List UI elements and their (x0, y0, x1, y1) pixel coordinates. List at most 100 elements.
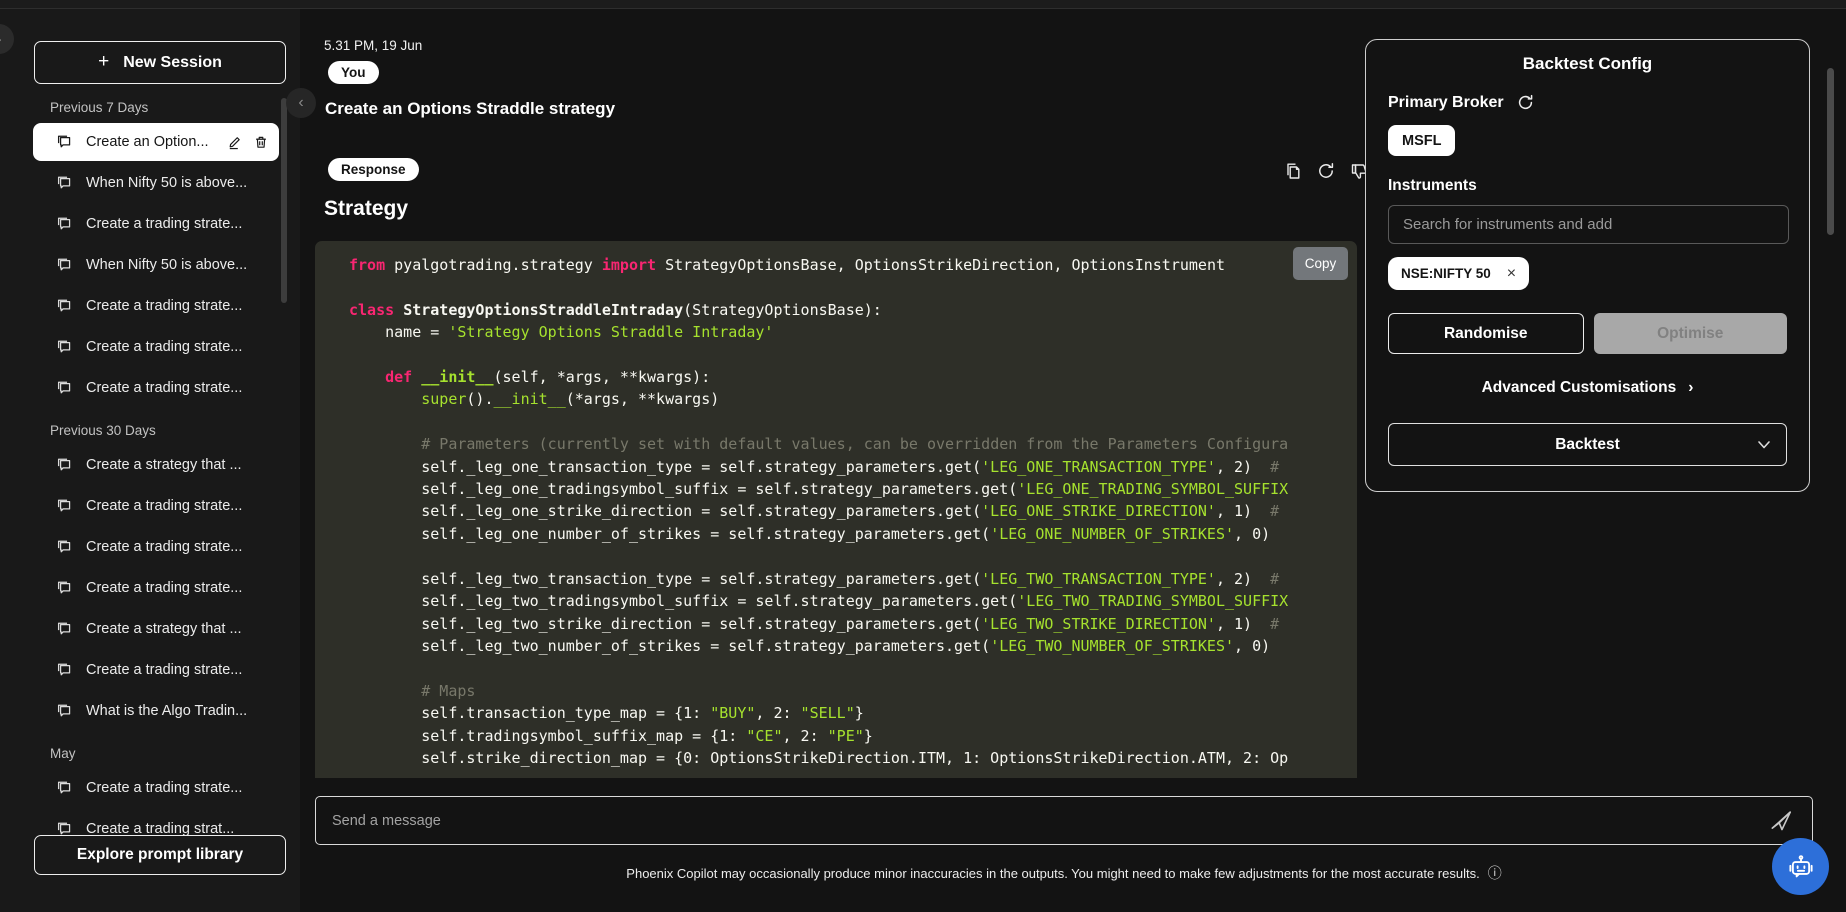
code-copy-button[interactable]: Copy (1293, 247, 1348, 280)
code-line: def __init__(self, *args, **kwargs): (349, 366, 1357, 388)
phoenix-copilot-app: › + New Session Previous 7 Days Create a… (0, 0, 1846, 912)
copy-icon[interactable] (1283, 161, 1303, 181)
regenerate-icon[interactable] (1316, 161, 1336, 181)
info-icon[interactable]: ⓘ (1488, 865, 1502, 881)
config-title: Backtest Config (1366, 54, 1809, 74)
instrument-search-input[interactable] (1388, 205, 1789, 244)
chat-bubble-icon (55, 702, 73, 720)
randomise-button[interactable]: Randomise (1388, 313, 1584, 354)
sidebar-session-item[interactable]: Create an Option... (33, 123, 279, 161)
code-line: # Maps (349, 680, 1357, 702)
session-title: Create a trading strate... (86, 780, 269, 796)
code-line: name = 'Strategy Options Straddle Intrad… (349, 321, 1357, 343)
edit-pencil-icon[interactable] (227, 134, 243, 150)
session-title: Create a trading strate... (86, 339, 269, 355)
chat-assistant-fab[interactable] (1772, 838, 1829, 895)
disclaimer-text: Phoenix Copilot may occasionally produce… (626, 866, 1479, 881)
broker-chip[interactable]: MSFL (1388, 125, 1455, 156)
section-label: Previous 7 Days (50, 100, 300, 115)
chat-bubble-icon (55, 497, 73, 515)
session-title: When Nifty 50 is above... (86, 257, 269, 273)
backtest-mode-dropdown[interactable]: Backtest (1388, 423, 1787, 466)
session-title: Create an Option... (86, 134, 214, 150)
chat-bubble-icon (55, 174, 73, 192)
session-title: Create a strategy that ... (86, 621, 269, 637)
robot-chat-icon (1786, 852, 1816, 882)
sidebar-session-item[interactable]: When Nifty 50 is above... (33, 246, 279, 284)
chevron-right-icon: › (1688, 379, 1693, 396)
refresh-icon[interactable] (1516, 93, 1535, 112)
instrument-chip-label: NSE:NIFTY 50 (1401, 266, 1491, 281)
session-title: What is the Algo Tradin... (86, 703, 269, 719)
explore-prompt-library-button[interactable]: Explore prompt library (34, 835, 286, 875)
backtest-config-panel: Backtest Config Primary Broker MSFL Inst… (1365, 39, 1810, 492)
new-session-label: New Session (123, 54, 222, 72)
sidebar-session-item[interactable]: Create a trading strate... (33, 769, 279, 807)
code-line: self._leg_two_transaction_type = self.st… (349, 568, 1357, 590)
session-title: Create a trading strate... (86, 298, 269, 314)
section-label: May (50, 746, 300, 761)
sidebar-session-item[interactable]: Create a trading strate... (33, 328, 279, 366)
sidebar-session-item[interactable]: Create a trading strate... (33, 528, 279, 566)
new-session-button[interactable]: + New Session (34, 41, 286, 84)
sidebar-session-item[interactable]: Create a trading strate... (33, 487, 279, 525)
sidebar-session-item[interactable]: Create a strategy that ... (33, 446, 279, 484)
code-line: self._leg_one_transaction_type = self.st… (349, 456, 1357, 478)
sidebar-scrollbar[interactable] (281, 98, 287, 303)
sidebar-session-item[interactable]: Create a trading strate... (33, 287, 279, 325)
sidebar-session-item[interactable]: Create a trading strate... (33, 205, 279, 243)
session-title: Create a trading strate... (86, 498, 269, 514)
sidebar-collapse-button[interactable]: ‹ (286, 88, 316, 118)
sidebar-session-item[interactable]: Create a strategy that ... (33, 610, 279, 648)
sidebar-session-item[interactable]: Create a trading strate... (33, 369, 279, 407)
message-input[interactable] (315, 796, 1813, 845)
chat-bubble-icon (55, 215, 73, 233)
user-badge: You (328, 61, 379, 84)
session-title: Create a strategy that ... (86, 457, 269, 473)
code-line: self._leg_two_tradingsymbol_suffix = sel… (349, 590, 1357, 612)
response-section-title: Strategy (324, 197, 408, 221)
user-message: Create an Options Straddle strategy (325, 99, 615, 119)
code-line: # Parameters (currently set with default… (349, 433, 1357, 455)
sidebar-session-item[interactable]: What is the Algo Tradin... (33, 692, 279, 730)
session-title: Create a trading strate... (86, 662, 269, 678)
session-sidebar: + New Session Previous 7 Days Create an … (0, 9, 300, 912)
response-actions (1283, 161, 1369, 181)
code-line: super().__init__(*args, **kwargs) (349, 388, 1357, 410)
optimise-button[interactable]: Optimise (1594, 313, 1788, 354)
code-line: self._leg_two_strike_direction = self.st… (349, 613, 1357, 635)
code-line: self._leg_one_strike_direction = self.st… (349, 500, 1357, 522)
code-line (349, 344, 1357, 366)
chat-bubble-icon (55, 379, 73, 397)
chat-bubble-icon (55, 779, 73, 797)
session-title: Create a trading strate... (86, 580, 269, 596)
sidebar-sections: Previous 7 Days Create an Option... When… (0, 100, 300, 848)
strategy-code-block: from pyalgotrading.strategy import Strat… (315, 241, 1357, 778)
send-icon[interactable] (1768, 808, 1794, 834)
code-line: self.strike_direction_map = {0: OptionsS… (349, 747, 1357, 769)
code-line: self._leg_two_number_of_strikes = self.s… (349, 635, 1357, 657)
code-line: from pyalgotrading.strategy import Strat… (349, 254, 1357, 276)
session-title: When Nifty 50 is above... (86, 175, 269, 191)
session-title: Create a trading strate... (86, 380, 269, 396)
trash-icon[interactable] (253, 134, 269, 150)
chat-bubble-icon (55, 297, 73, 315)
chevron-down-icon (1757, 440, 1771, 450)
code-line (349, 545, 1357, 567)
session-item-actions (227, 134, 269, 150)
sidebar-session-item[interactable]: When Nifty 50 is above... (33, 164, 279, 202)
code-line (349, 411, 1357, 433)
page-scrollbar[interactable] (1827, 68, 1834, 235)
sidebar-session-item[interactable]: Create a trading strate... (33, 569, 279, 607)
session-title: Create a trading strate... (86, 539, 269, 555)
instruments-label: Instruments (1388, 177, 1809, 195)
instrument-chip[interactable]: NSE:NIFTY 50 × (1388, 257, 1529, 290)
chat-bubble-icon (55, 538, 73, 556)
advanced-customisations-link[interactable]: Advanced Customisations› (1366, 379, 1809, 397)
code-line: self._leg_one_tradingsymbol_suffix = sel… (349, 478, 1357, 500)
remove-instrument-icon[interactable]: × (1507, 265, 1516, 283)
sidebar-session-item[interactable]: Create a trading strate... (33, 651, 279, 689)
plus-icon: + (98, 51, 109, 73)
chat-bubble-icon (55, 133, 73, 151)
code-line: self.tradingsymbol_suffix_map = {1: "CE"… (349, 725, 1357, 747)
